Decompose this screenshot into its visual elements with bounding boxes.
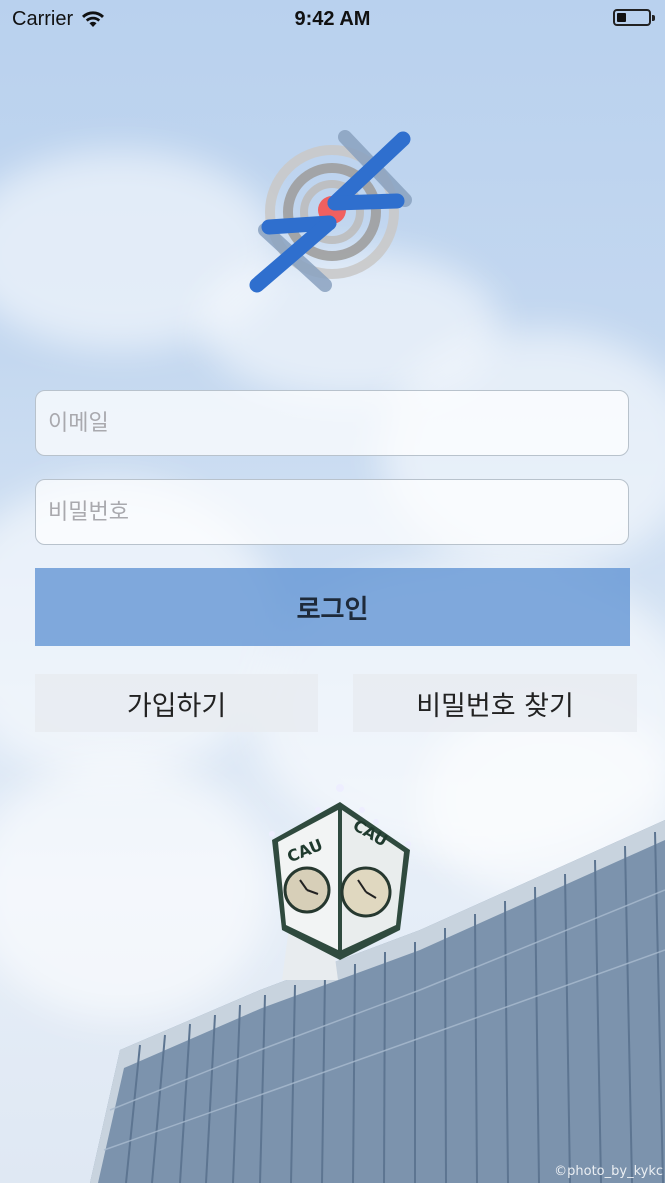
battery-icon bbox=[613, 9, 655, 26]
login-button[interactable]: 로그인 bbox=[35, 568, 630, 646]
email-field[interactable] bbox=[35, 390, 629, 456]
status-bar: Carrier 9:42 AM bbox=[0, 0, 665, 38]
university-building-image: CAU CAU bbox=[90, 784, 665, 1183]
password-field[interactable] bbox=[35, 479, 629, 545]
photo-credit: ©photo_by_kykc bbox=[554, 1164, 663, 1179]
signup-button[interactable]: 가입하기 bbox=[35, 674, 318, 732]
status-time: 9:42 AM bbox=[294, 8, 371, 30]
target-cross-logo-icon bbox=[249, 130, 412, 293]
find-password-button[interactable]: 비밀번호 찾기 bbox=[353, 674, 637, 732]
